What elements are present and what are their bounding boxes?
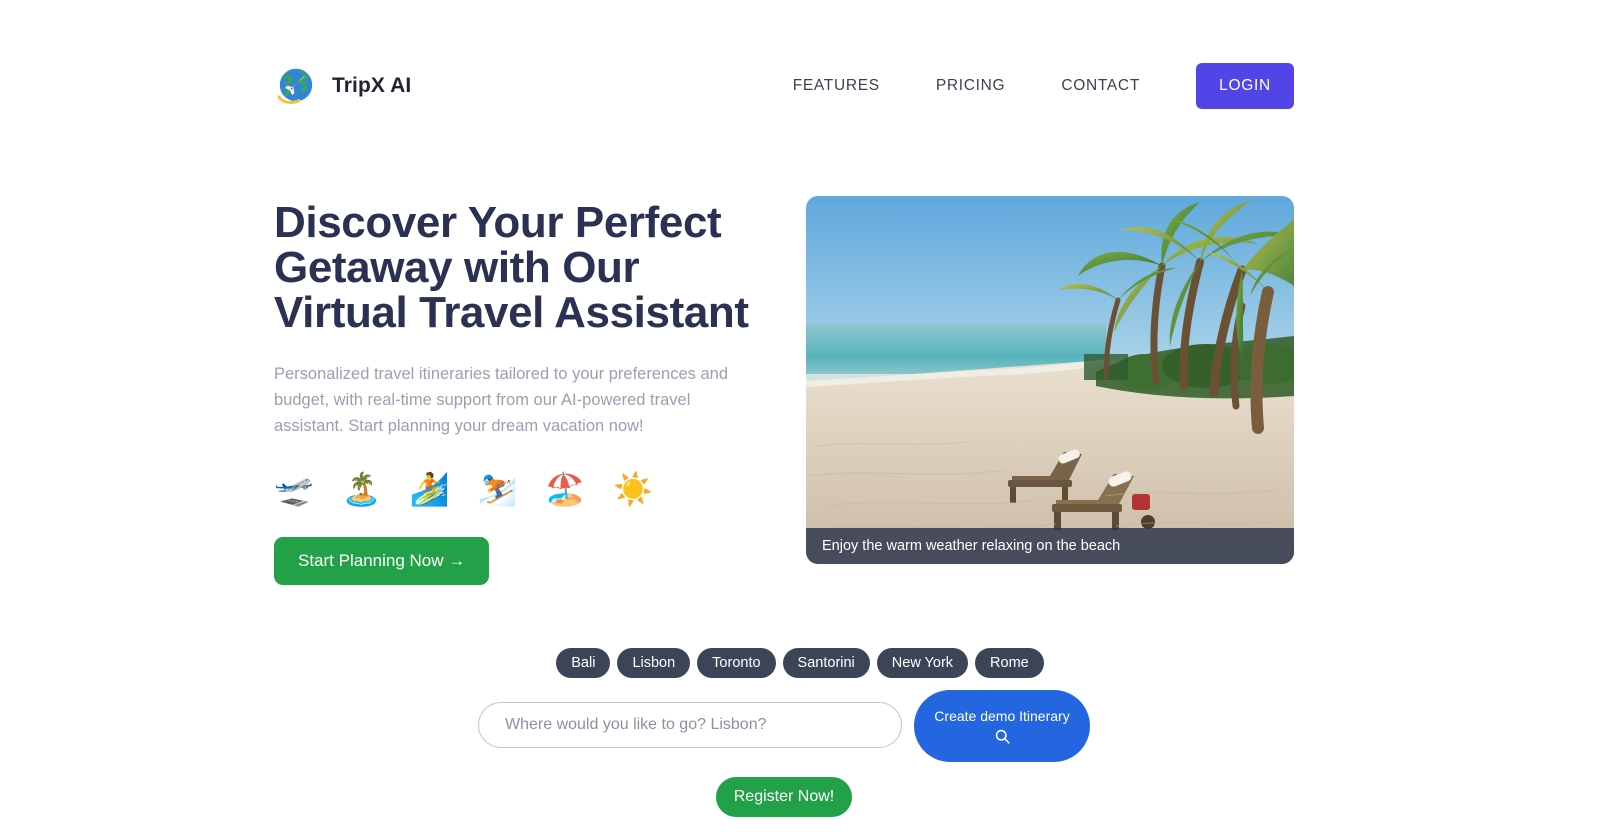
hero-text-column: Discover Your Perfect Getaway with Our V… [274, 196, 754, 585]
image-caption: Enjoy the warm weather relaxing on the b… [806, 528, 1294, 564]
register-button[interactable]: Register Now! [716, 777, 852, 817]
create-demo-itinerary-label: Create demo Itinerary [934, 707, 1070, 724]
beach-umbrella-icon: 🏖️ [545, 471, 586, 507]
activity-icon-row: 🛫 🏝️ 🏄 ⛷️ 🏖️ ☀️ [274, 473, 754, 505]
globe-airplane-icon [277, 68, 313, 105]
main-nav: FEATURES PRICING CONTACT LOGIN [793, 63, 1294, 109]
site-header: TripX AI FEATURES PRICING CONTACT LOGIN [274, 58, 1294, 114]
nav-item-features[interactable]: FEATURES [793, 67, 880, 105]
create-demo-itinerary-button[interactable]: Create demo Itinerary [914, 690, 1090, 762]
surfer-icon: 🏄 [409, 471, 450, 507]
chip-santorini[interactable]: Santorini [782, 648, 870, 678]
hero-image: Enjoy the warm weather relaxing on the b… [806, 196, 1294, 564]
sun-icon: ☀️ [613, 471, 654, 507]
login-button[interactable]: LOGIN [1196, 63, 1294, 109]
search-row: Create demo Itinerary [0, 690, 1600, 762]
desert-island-icon: 🏝️ [341, 471, 382, 507]
start-planning-button[interactable]: Start Planning Now → [274, 537, 490, 585]
chip-lisbon[interactable]: Lisbon [617, 648, 691, 678]
search-input[interactable] [478, 702, 902, 748]
skier-icon: ⛷️ [477, 471, 518, 507]
brand-name: TripX AI [332, 74, 412, 97]
landing-page: TripX AI FEATURES PRICING CONTACT LOGIN … [0, 0, 1600, 834]
hero-section: Discover Your Perfect Getaway with Our V… [274, 196, 1294, 585]
brand-logo-link[interactable]: TripX AI [274, 64, 411, 108]
chip-toronto[interactable]: Toronto [697, 648, 776, 678]
airplane-departure-icon: 🛫 [274, 471, 314, 507]
chip-new-york[interactable]: New York [876, 648, 969, 678]
destination-chips: Bali Lisbon Toronto Santorini New York R… [0, 648, 1600, 678]
nav-item-contact[interactable]: CONTACT [1061, 67, 1140, 105]
nav-item-pricing[interactable]: PRICING [936, 67, 1006, 105]
chip-bali[interactable]: Bali [556, 648, 611, 678]
hero-subtitle: Personalized travel itineraries tailored… [274, 365, 728, 435]
search-icon [995, 729, 1010, 744]
chip-rome[interactable]: Rome [975, 648, 1044, 678]
page-title: Discover Your Perfect Getaway with Our V… [274, 198, 749, 337]
beach-photo [806, 196, 1294, 564]
